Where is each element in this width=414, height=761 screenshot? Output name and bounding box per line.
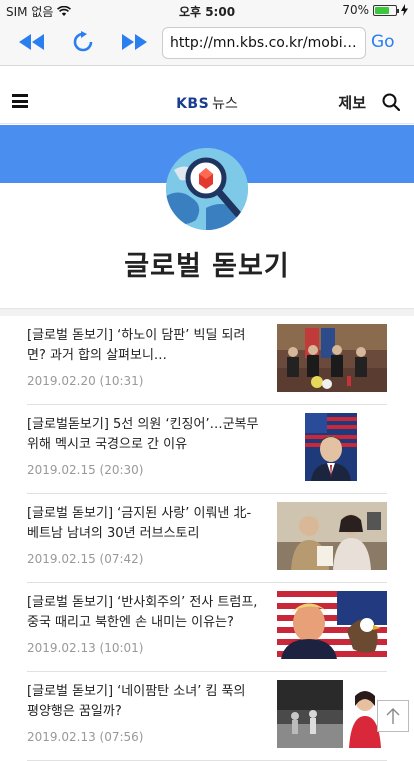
article-thumbnail[interactable] [277,591,387,659]
article-item-3[interactable]: [글로벌 돋보기] ‘금지된 사랑’ 이뤄낸 北-베트남 남녀의 30년 러브스… [27,494,387,583]
article-date: 2019.02.13 (07:56) [27,730,144,744]
status-bar: SIM 없음 오후 5:00 70% [0,0,414,20]
article-date: 2019.02.15 (07:42) [27,552,144,566]
forward-button[interactable] [118,28,150,56]
status-right: 70% [342,3,408,17]
arrow-up-icon [386,708,400,724]
back-icon [19,34,44,50]
article-item-4[interactable]: [글로벌 돋보기] ‘반사회주의’ 전사 트럼프, 중국 때리고 북한엔 손 내… [27,583,387,672]
article-thumbnail[interactable] [277,413,387,481]
charging-icon [401,4,408,16]
browser-toolbar: http://mn.kbs.co.kr/mobile/... Go [0,20,414,66]
go-button[interactable]: Go [371,32,395,52]
article-title[interactable]: [글로벌돋보기] 5선 의원 ‘킨징어’…군복무 위해 멕시코 국경으로 간 이… [27,415,259,455]
article-title[interactable]: [글로벌 돋보기] ‘하노이 담판’ 빅딜 되려면? 과거 합의 살펴보니… [27,326,259,366]
scroll-to-top-button[interactable] [377,700,409,732]
article-title[interactable]: [글로벌 돋보기] ‘반사회주의’ 전사 트럼프, 중국 때리고 북한엔 손 내… [27,593,259,633]
page-title: 글로벌 돋보기 [124,251,290,282]
globe-magnifier-icon [166,148,248,230]
forward-icon [122,34,147,50]
report-link[interactable]: 제보 [338,92,366,113]
battery-fill [375,6,389,14]
battery-percent: 70% [342,3,369,17]
article-list: [글로벌 돋보기] ‘하노이 담판’ 빅딜 되려면? 과거 합의 살펴보니… 2… [0,316,414,761]
article-thumbnail[interactable] [277,324,387,392]
article-item-2[interactable]: [글로벌돋보기] 5선 의원 ‘킨징어’…군복무 위해 멕시코 국경으로 간 이… [27,405,387,494]
article-date: 2019.02.15 (20:30) [27,463,144,477]
article-date: 2019.02.13 (10:01) [27,641,144,655]
article-title[interactable]: [글로벌 돋보기] ‘금지된 사랑’ 이뤄낸 北-베트남 남녀의 30년 러브스… [27,504,259,544]
section-divider [0,308,414,316]
article-item-5[interactable]: [글로벌 돋보기] ‘네이팜탄 소녀’ 킴 푹의 평양행은 꿈일까? 2019.… [27,672,387,761]
logo-news: 뉴스 [212,96,238,112]
url-input[interactable]: http://mn.kbs.co.kr/mobile/... [162,27,366,59]
article-thumbnail[interactable] [277,502,387,570]
reload-button[interactable] [67,28,99,56]
site-header: KBS 뉴스 제보 [0,80,414,124]
logo-kbs: KBS [176,96,210,112]
article-thumbnail[interactable] [277,680,387,748]
article-item-1[interactable]: [글로벌 돋보기] ‘하노이 담판’ 빅딜 되려면? 과거 합의 살펴보니… 2… [27,316,387,405]
search-icon[interactable] [382,93,400,111]
battery-icon [373,4,399,16]
article-date: 2019.02.20 (10:31) [27,374,144,388]
article-title[interactable]: [글로벌 돋보기] ‘네이팜탄 소녀’ 킴 푹의 평양행은 꿈일까? [27,682,259,722]
reload-icon [73,31,93,52]
back-button[interactable] [16,28,48,56]
